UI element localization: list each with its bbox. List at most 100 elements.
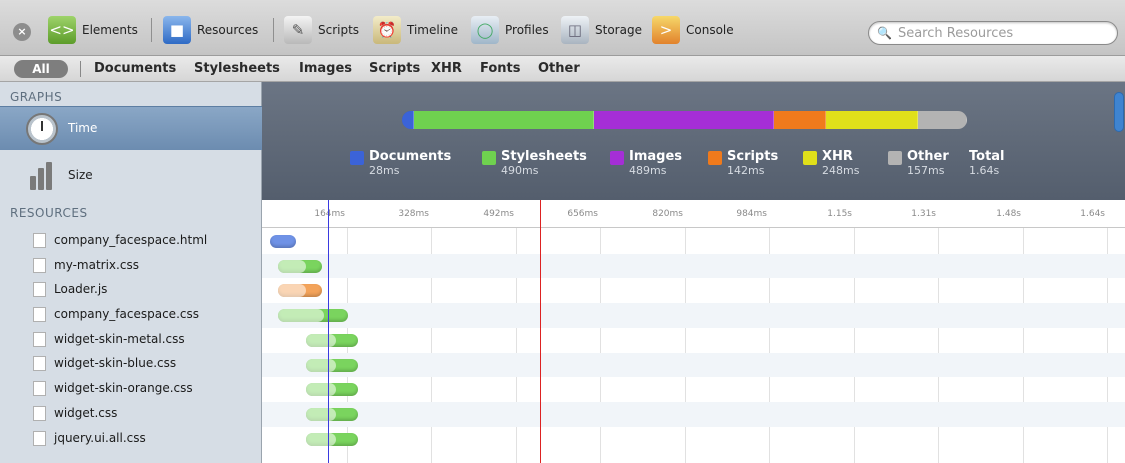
timeline-row[interactable]: [262, 253, 1125, 279]
timeline-row[interactable]: [262, 303, 1125, 328]
web-inspector-window: × <> Elements ■ Resources ✎ Scripts ⏰ Ti…: [0, 0, 1125, 463]
resource-timing-bar[interactable]: [306, 432, 358, 446]
legend-name: XHR: [822, 149, 853, 164]
filter-bar: All Documents Stylesheets Images Scripts…: [0, 56, 1125, 82]
legend-name: Images: [629, 149, 683, 164]
timeline-label: Timeline: [407, 23, 459, 37]
sidebar-item-label: Size: [68, 168, 93, 182]
sidebar: GRAPHS Time Size RESOURCES company_faces…: [0, 82, 262, 463]
file-icon: [33, 257, 46, 273]
close-button[interactable]: ×: [13, 23, 31, 41]
resource-timing-bar[interactable]: [306, 333, 358, 347]
filter-other[interactable]: Other: [538, 60, 580, 78]
search-input[interactable]: 🔍 Search Resources: [868, 21, 1118, 45]
tick-label: 328ms: [398, 209, 429, 219]
resource-item[interactable]: widget-skin-orange.css: [0, 376, 262, 401]
legend-value: 248ms: [822, 164, 860, 177]
legend-swatch: [482, 151, 496, 165]
toolbar-separator: [151, 18, 152, 42]
timeline-row[interactable]: [262, 352, 1125, 378]
tick-label: 1.15s: [827, 209, 852, 219]
sidebar-item-label: Time: [68, 121, 98, 135]
summary-bar: [402, 111, 967, 129]
filter-documents[interactable]: Documents: [94, 60, 176, 78]
storage-button[interactable]: ◫ Storage: [555, 14, 648, 46]
file-icon: [33, 331, 46, 347]
console-button[interactable]: > Console: [646, 14, 740, 46]
timeline-button[interactable]: ⏰ Timeline: [367, 14, 464, 46]
timeline-row[interactable]: [262, 427, 1125, 452]
resource-item[interactable]: Loader.js: [0, 277, 262, 302]
filter-fonts[interactable]: Fonts: [480, 60, 521, 78]
latency-segment: [306, 333, 336, 347]
time-graph: Documents 28ms Stylesheets 490ms Images 489ms…: [262, 82, 1125, 200]
resource-timing-bar[interactable]: [306, 383, 358, 397]
resource-timing-bar[interactable]: [278, 309, 348, 323]
legend-swatch: [803, 151, 817, 165]
file-icon: [33, 356, 46, 372]
summary-segment-scripts: [774, 111, 826, 129]
resource-timing-bar[interactable]: [278, 284, 322, 298]
graphs-heading: GRAPHS: [10, 90, 63, 104]
resource-name: widget-skin-orange.css: [54, 381, 193, 396]
sidebar-item-time[interactable]: Time: [0, 106, 262, 150]
resource-item[interactable]: jquery.ui.all.css: [0, 426, 262, 451]
tick-label: 656ms: [567, 209, 598, 219]
timeline-row[interactable]: [262, 229, 1125, 254]
sidebar-item-size[interactable]: Size: [0, 154, 262, 198]
filter-stylesheets[interactable]: Stylesheets: [194, 60, 280, 78]
resource-name: company_facespace.html: [54, 233, 208, 247]
legend-value: 490ms: [501, 164, 539, 177]
resources-icon: ■: [163, 16, 191, 44]
timeline-row[interactable]: [262, 377, 1125, 402]
filter-all[interactable]: All: [14, 60, 68, 78]
resource-name: widget-skin-metal.css: [54, 331, 185, 346]
legend-value: 142ms: [727, 164, 765, 177]
scrollbar-thumb[interactable]: [1114, 92, 1124, 132]
tick-label: 1.48s: [996, 209, 1021, 219]
resource-item[interactable]: widget-skin-blue.css: [0, 351, 262, 376]
filter-images[interactable]: Images: [299, 60, 352, 78]
legend-name: Scripts: [727, 149, 779, 164]
scripts-label: Scripts: [318, 23, 360, 37]
timeline-icon: ⏰: [373, 16, 401, 44]
summary-segment-other: [918, 111, 967, 129]
legend-value: 489ms: [629, 164, 667, 177]
resource-name: my-matrix.css: [54, 257, 139, 272]
timeline-row[interactable]: [262, 278, 1125, 303]
resources-button[interactable]: ■ Resources: [157, 14, 264, 46]
filter-scripts[interactable]: Scripts: [369, 60, 420, 78]
resource-timing-bar[interactable]: [278, 259, 322, 273]
latency-segment: [306, 358, 336, 372]
resource-item[interactable]: my-matrix.css: [0, 253, 262, 278]
resource-timing-bar[interactable]: [306, 407, 358, 421]
file-icon: [33, 405, 46, 421]
total-value: 1.64s: [969, 164, 1000, 177]
resource-item[interactable]: company_facespace.css: [0, 302, 262, 327]
legend-name: Other: [907, 149, 949, 164]
resource-name: company_facespace.css: [54, 307, 199, 322]
resource-timing-bar[interactable]: [270, 235, 296, 248]
timeline-row[interactable]: [262, 401, 1125, 427]
tick-label: 984ms: [736, 209, 767, 219]
latency-segment: [278, 309, 324, 323]
resource-item[interactable]: widget-skin-metal.css: [0, 327, 262, 352]
resource-timing-bar[interactable]: [306, 358, 358, 372]
legend-swatch: [350, 151, 364, 165]
legend-swatch: [610, 151, 624, 165]
storage-icon: ◫: [561, 16, 589, 44]
filter-xhr[interactable]: XHR: [431, 60, 462, 78]
console-label: Console: [686, 23, 734, 37]
resource-item[interactable]: company_facespace.html: [0, 228, 262, 253]
clock-icon: [26, 113, 58, 145]
resource-item[interactable]: widget.css: [0, 401, 262, 426]
latency-segment: [306, 407, 336, 421]
elements-button[interactable]: <> Elements: [42, 14, 144, 46]
timeline-row[interactable]: [262, 328, 1125, 353]
size-icon: [30, 160, 58, 190]
scripts-button[interactable]: ✎ Scripts: [278, 14, 365, 46]
file-icon: [33, 282, 46, 298]
profiles-button[interactable]: ◯ Profiles: [465, 14, 555, 46]
file-icon: [33, 430, 46, 446]
toolbar-separator: [273, 18, 274, 42]
